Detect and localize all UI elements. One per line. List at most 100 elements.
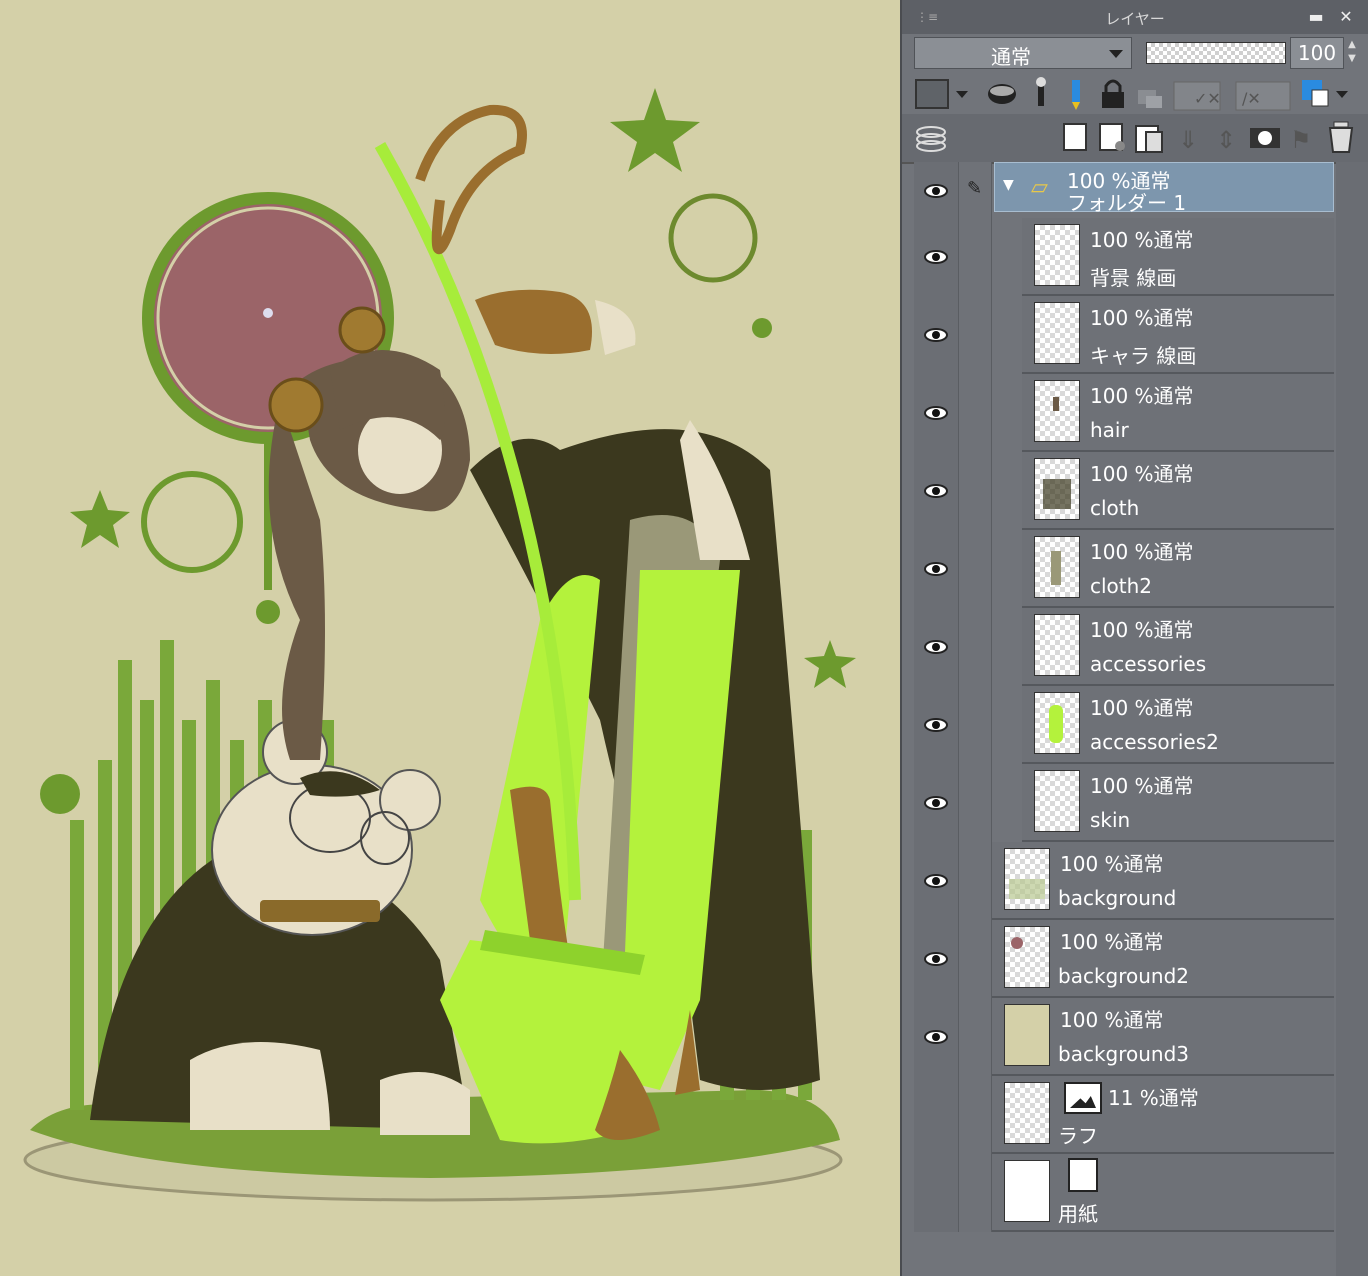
image-layer-icon: [1064, 1082, 1102, 1114]
minimize-icon[interactable]: ▬: [1306, 7, 1326, 27]
layer-name: accessories: [1090, 652, 1207, 676]
layer-body[interactable]: 100 %通常 キャラ 線画: [1022, 296, 1334, 374]
layer-mode: 100 %通常: [1090, 774, 1194, 798]
mask-icon[interactable]: [1250, 128, 1280, 148]
layer-color-icon[interactable]: [915, 79, 968, 109]
eye-icon[interactable]: [924, 250, 948, 264]
layer-name: background: [1058, 886, 1177, 910]
paper-icon: [1068, 1158, 1098, 1192]
layer-row[interactable]: 100 %通常 background2: [902, 920, 1368, 998]
layer-mode: 100 %通常: [1090, 462, 1194, 486]
layer-row[interactable]: 100 %通常 背景 線画: [902, 218, 1368, 296]
layer-name: background2: [1058, 964, 1190, 988]
svg-text:/✕: /✕: [1242, 89, 1261, 108]
eye-icon[interactable]: [924, 952, 948, 966]
eye-icon[interactable]: [924, 796, 948, 810]
layer-row[interactable]: 11 %通常 ラフ: [902, 1076, 1368, 1154]
layer-body[interactable]: 100 %通常 accessories: [1022, 608, 1334, 686]
blend-mode-value: 通常: [991, 45, 1031, 69]
edit-column: [959, 530, 992, 608]
eye-icon[interactable]: [924, 718, 948, 732]
folder-expand-icon[interactable]: ▼: [1003, 177, 1014, 193]
layer-mode: 100 %通常: [1060, 1008, 1164, 1032]
new-folder-icon[interactable]: [1135, 125, 1163, 153]
edit-column: [959, 218, 992, 296]
layer-name: キャラ 線画: [1090, 344, 1197, 368]
layer-name: cloth2: [1090, 574, 1153, 598]
eye-column: [914, 608, 959, 686]
new-vector-layer-icon[interactable]: [1099, 123, 1125, 151]
layer-body[interactable]: 100 %通常 cloth2: [1022, 530, 1334, 608]
mask-enable-icon[interactable]: ✓✕: [1173, 81, 1221, 111]
layer-row[interactable]: 100 %通常 background3: [902, 998, 1368, 1076]
opacity-slider[interactable]: [1146, 42, 1286, 64]
layer-body[interactable]: 100 %通常 skin: [1022, 764, 1334, 842]
layer-body[interactable]: ▼ ▱ 100 %通常 フォルダー 1: [994, 162, 1334, 215]
lock-alpha-icon[interactable]: [1138, 90, 1162, 108]
layer-body[interactable]: 100 %通常 cloth: [1022, 452, 1334, 530]
svg-text:⇓: ⇓: [1178, 126, 1198, 154]
layer-name: cloth: [1090, 496, 1140, 520]
create-mask-icon[interactable]: ⚑: [1290, 126, 1312, 154]
layer-row[interactable]: 100 %通常 background: [902, 842, 1368, 920]
layer-row[interactable]: 100 %通常 キャラ 線画: [902, 296, 1368, 374]
merge-down-icon[interactable]: ⇕: [1216, 126, 1236, 154]
layer-body[interactable]: 100 %通常 background2: [992, 920, 1334, 998]
eye-icon[interactable]: [924, 640, 948, 654]
layer-thumbnail: [1034, 458, 1080, 520]
layer-row[interactable]: 用紙: [902, 1154, 1368, 1232]
layer-body[interactable]: 100 %通常 accessories2: [1022, 686, 1334, 764]
close-icon[interactable]: ✕: [1336, 7, 1356, 27]
layer-thumbnail: [1004, 1004, 1050, 1066]
lock-icon[interactable]: [1102, 79, 1124, 108]
layer-thumbnail: [1004, 1082, 1050, 1144]
layer-row[interactable]: 100 %通常 accessories: [902, 608, 1368, 686]
eye-icon[interactable]: [924, 874, 948, 888]
ruler-range-icon[interactable]: /✕: [1235, 81, 1291, 111]
layer-mode: 100 %通常: [1060, 852, 1164, 876]
layer-thumbnail: [1004, 926, 1050, 988]
eye-column: [914, 686, 959, 764]
eye-icon[interactable]: [924, 328, 948, 342]
layer-list-scrollbar[interactable]: [1336, 162, 1368, 1276]
layer-panel: ⋮≡ レイヤー ▬ ✕ 通常 100 ▲ ▼ ✓✕ /✕ ⇓ ⇕ ⚑ ✎ ▼ ▱…: [900, 0, 1368, 1276]
opacity-input[interactable]: 100: [1290, 37, 1344, 69]
layer-body[interactable]: 用紙: [992, 1154, 1334, 1232]
edit-column: [959, 920, 992, 998]
blend-opacity-row: 通常 100 ▲ ▼: [902, 34, 1368, 74]
layer-body[interactable]: 100 %通常 background3: [992, 998, 1334, 1076]
eye-column: [914, 1154, 959, 1232]
layer-body[interactable]: 100 %通常 背景 線画: [1022, 218, 1334, 296]
eye-icon[interactable]: [924, 406, 948, 420]
layer-thumbnail: [1004, 1160, 1050, 1222]
blend-mode-select[interactable]: 通常: [914, 37, 1132, 69]
layer-name: accessories2: [1090, 730, 1219, 754]
layer-row[interactable]: 100 %通常 accessories2: [902, 686, 1368, 764]
layer-name: ラフ: [1058, 1124, 1098, 1148]
eye-icon[interactable]: [924, 562, 948, 576]
layer-name: skin: [1090, 808, 1131, 832]
eye-icon[interactable]: [924, 484, 948, 498]
pen-lock-icon[interactable]: [1072, 80, 1080, 110]
svg-text:⇕: ⇕: [1216, 126, 1236, 154]
new-raster-layer-icon[interactable]: [1063, 123, 1087, 151]
layer-color-select-icon[interactable]: [1302, 80, 1348, 107]
delete-layer-icon[interactable]: [1328, 121, 1354, 153]
layer-body[interactable]: 100 %通常 background: [992, 842, 1334, 920]
panel-titlebar[interactable]: ⋮≡ レイヤー ▬ ✕: [902, 0, 1368, 34]
layer-body[interactable]: 11 %通常 ラフ: [992, 1076, 1334, 1154]
eye-icon[interactable]: [924, 184, 948, 198]
layer-row[interactable]: 100 %通常 cloth: [902, 452, 1368, 530]
layer-row[interactable]: 100 %通常 hair: [902, 374, 1368, 452]
opacity-spinner[interactable]: ▲ ▼: [1344, 38, 1360, 68]
canvas[interactable]: [0, 0, 900, 1276]
reference-icon[interactable]: [1036, 77, 1046, 106]
layer-row[interactable]: 100 %通常 skin: [902, 764, 1368, 842]
edit-column: [959, 842, 992, 920]
transfer-down-icon[interactable]: ⇓: [1178, 126, 1198, 154]
eye-icon[interactable]: [924, 1030, 948, 1044]
clip-icon[interactable]: [988, 84, 1016, 104]
layer-row[interactable]: 100 %通常 cloth2: [902, 530, 1368, 608]
layer-body[interactable]: 100 %通常 hair: [1022, 374, 1334, 452]
layer-stack-icon[interactable]: [916, 126, 946, 152]
